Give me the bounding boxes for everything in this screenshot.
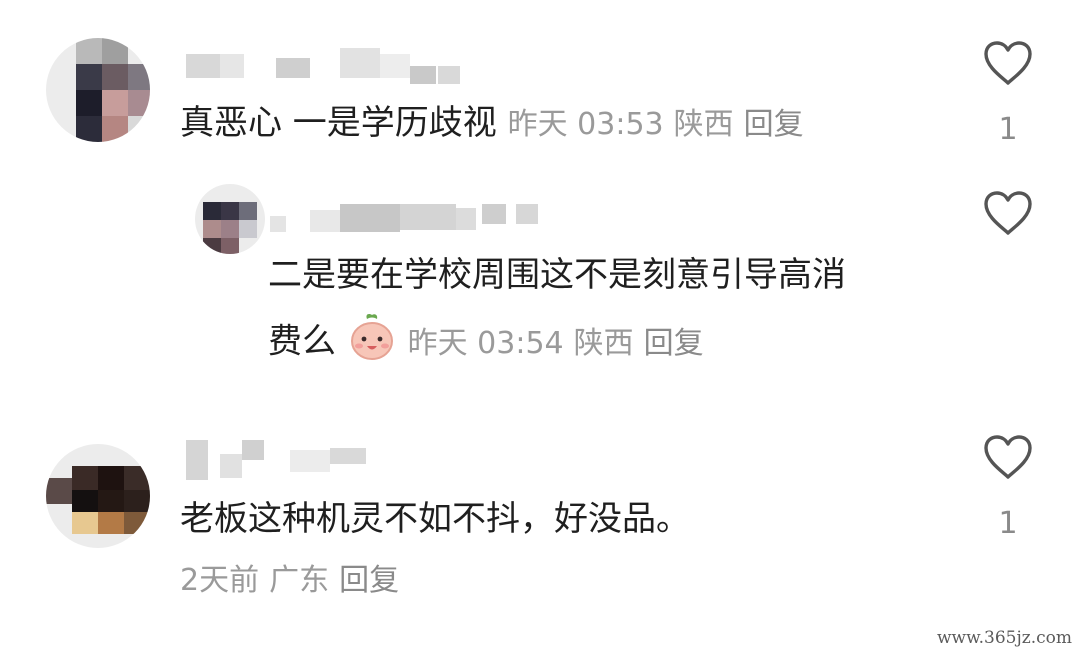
avatar[interactable] <box>46 38 150 142</box>
comment-3: 老板这种机灵不如不抖，好没品。 2天前 广东 回复 1 <box>0 420 1080 640</box>
avatar[interactable] <box>195 184 265 254</box>
avatar[interactable] <box>46 444 150 548</box>
watermark: www.365jz.com <box>937 628 1072 648</box>
reply-text-line2: 费么 昨天 03:54 陕西 回复 <box>268 312 714 374</box>
smiling-face-emoji <box>347 312 397 374</box>
username-blurred[interactable] <box>180 48 460 108</box>
like-button[interactable]: 1 <box>983 434 1033 541</box>
reply-meta: 昨天 03:54 陕西 回复 <box>407 325 704 361</box>
like-count: 1 <box>998 506 1018 541</box>
comment-1: 真恶心 一是学历歧视 昨天 03:53 陕西 回复 1 <box>0 0 1080 170</box>
heart-icon[interactable] <box>983 40 1033 86</box>
username-blurred[interactable] <box>270 198 540 258</box>
username-blurred[interactable] <box>180 436 380 496</box>
reply-button[interactable]: 回复 <box>744 107 804 142</box>
like-button[interactable] <box>983 190 1033 236</box>
reply-button[interactable]: 回复 <box>644 326 704 361</box>
comment-text: 真恶心 一是学历歧视 昨天 03:53 陕西 回复 <box>180 100 814 148</box>
like-button[interactable]: 1 <box>983 40 1033 147</box>
like-count: 1 <box>998 112 1018 147</box>
heart-icon[interactable] <box>983 434 1033 480</box>
reply-text: 二是要在学校周围这不是刻意引导高消 <box>268 255 846 295</box>
comment-text: 老板这种机灵不如不抖，好没品。 <box>180 499 690 539</box>
reply-button[interactable]: 回复 <box>339 563 399 598</box>
comment-meta: 2天前 广东 回复 <box>180 563 400 598</box>
comment-meta: 昨天 03:53 陕西 回复 <box>507 107 804 142</box>
heart-icon[interactable] <box>983 190 1033 236</box>
reply-comment: 二是要在学校周围这不是刻意引导高消 费么 昨天 03:54 陕西 回复 <box>0 170 1080 400</box>
